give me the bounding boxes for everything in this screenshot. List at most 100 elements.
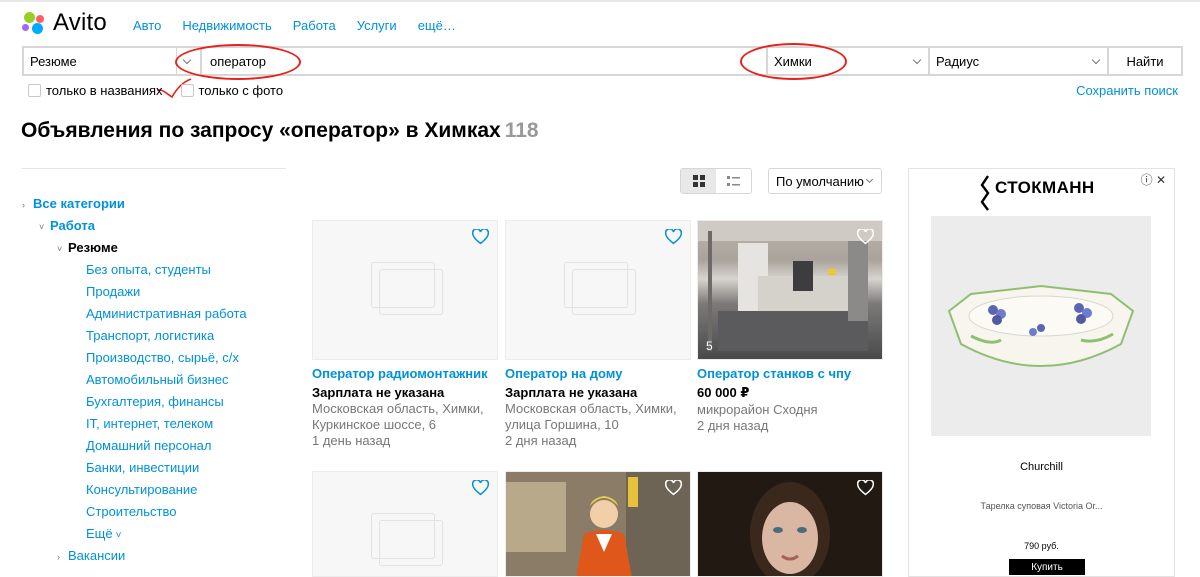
sidebar-subcategory[interactable]: Продажи (86, 284, 140, 299)
sidebar-subcategory[interactable]: IT, интернет, телеком (86, 416, 213, 431)
list-view-button[interactable] (716, 169, 751, 193)
ad-info-close-icons: ⓘ ✕ (1140, 173, 1166, 187)
search-submit-button[interactable]: Найти (1107, 46, 1183, 76)
only-photo-checkbox[interactable]: только с фото (180, 83, 283, 98)
advertisement-banner[interactable]: ⓘ ✕ СТОКМАНН Churchill Тарелка суповая V… (908, 168, 1175, 577)
save-search-link[interactable]: Сохранить поиск (1076, 83, 1178, 98)
sidebar-item-work[interactable]: ˅ Работа (39, 218, 95, 233)
sidebar-subcategory[interactable]: Консультирование (86, 482, 197, 497)
chevron-down-icon (1091, 55, 1101, 65)
sidebar-subcategory[interactable]: Бухгалтерия, финансы (86, 394, 224, 409)
top-border (0, 0, 1200, 2)
list-icon (727, 175, 740, 186)
listing-price: Зарплата не указана (505, 385, 638, 400)
listing-title[interactable]: Оператор станков с чпу (697, 366, 883, 381)
only-titles-label: только в названиях (46, 83, 163, 98)
listing-card[interactable] (312, 471, 498, 577)
favorite-heart-icon[interactable] (857, 229, 874, 245)
listing-date: 2 дня назад (505, 433, 577, 448)
listing-card[interactable]: 5 Оператор станков с чпу 60 000 ₽ микрор… (697, 220, 883, 434)
listing-card[interactable]: Оператор радиомонтажник Зарплата не указ… (312, 220, 498, 449)
page-title: Объявления по запросу «оператор» в Химка… (21, 119, 539, 143)
listing-image-placeholder[interactable] (312, 471, 498, 577)
listing-photo[interactable] (697, 471, 883, 577)
top-nav: Авто Недвижимость Работа Услуги ещё… (133, 18, 477, 33)
sidebar-subcategory[interactable]: Административная работа (86, 306, 247, 321)
listing-title[interactable]: Оператор на дому (505, 366, 691, 381)
ad-controls[interactable]: ⓘ ✕ (1141, 171, 1166, 188)
sidebar-item-vacancies[interactable]: › Вакансии (57, 548, 125, 563)
factory-photo-illustration (698, 221, 882, 351)
listing-photo[interactable]: 5 (697, 220, 883, 360)
listing-price: Зарплата не указана (312, 385, 445, 400)
nav-real-estate[interactable]: Недвижимость (182, 18, 271, 33)
stockmann-logo-icon (980, 175, 990, 211)
listing-card[interactable] (505, 471, 691, 577)
listing-card[interactable] (697, 471, 883, 577)
chevron-down-icon: ˅ (115, 530, 122, 541)
checkbox-box (180, 84, 194, 97)
nav-services[interactable]: Услуги (357, 18, 397, 33)
sort-value: По умолчанию (776, 173, 864, 189)
nav-work[interactable]: Работа (293, 18, 336, 33)
listing-date: 2 дня назад (697, 418, 769, 433)
sort-select[interactable]: По умолчанию (768, 168, 882, 194)
portrait-photo-illustration (698, 472, 882, 576)
chevron-down-icon: ˅ (57, 244, 63, 254)
favorite-heart-icon[interactable] (665, 480, 682, 496)
sidebar-subcategory[interactable]: Производство, сырьё, с/х (86, 350, 239, 365)
favorite-heart-icon[interactable] (665, 229, 682, 245)
nav-auto[interactable]: Авто (133, 18, 161, 33)
listing-photo[interactable] (505, 471, 691, 577)
sidebar-subcategory[interactable]: Строительство (86, 504, 176, 519)
chevron-down-icon (182, 55, 192, 65)
grid-icon (692, 175, 705, 187)
ad-brand: СТОКМАНН (995, 178, 1095, 197)
chevron-down-icon (865, 175, 874, 184)
only-titles-checkbox[interactable]: только в названиях (28, 83, 163, 98)
radius-select[interactable]: Радиус (928, 46, 1107, 76)
avito-logo[interactable]: Avito (22, 9, 107, 36)
listing-card[interactable]: Оператор на дому Зарплата не указана Мос… (505, 220, 691, 449)
favorite-heart-icon[interactable] (857, 480, 874, 496)
chevron-down-icon (912, 55, 922, 65)
search-filters: только в названиях только с фото (28, 83, 301, 98)
results-count: 118 (504, 119, 539, 142)
ad-buy-button[interactable]: Купить (1009, 559, 1085, 575)
ad-product-image[interactable] (931, 216, 1151, 436)
sidebar-subcategory[interactable]: Автомобильный бизнес (86, 372, 229, 387)
category-select[interactable]: Резюме (22, 46, 200, 76)
listing-address: Московская область, Химки, (312, 401, 484, 416)
favorite-heart-icon[interactable] (472, 480, 489, 496)
sidebar-subcategory[interactable]: Банки, инвестиции (86, 460, 199, 475)
listing-address: Московская область, Химки, (505, 401, 677, 416)
sidebar-subcategory[interactable]: Транспорт, логистика (86, 328, 214, 343)
view-toggle (680, 168, 752, 194)
listing-title[interactable]: Оператор радиомонтажник (312, 366, 498, 381)
radius-value: Радиус (936, 53, 980, 69)
listing-image-placeholder[interactable] (312, 220, 498, 360)
search-input[interactable]: оператор (200, 46, 766, 76)
checkbox-box (28, 84, 41, 97)
search-query-value: оператор (210, 53, 266, 69)
sidebar-subcategory[interactable]: Без опыта, студенты (86, 262, 211, 277)
nav-more[interactable]: ещё… (418, 18, 456, 33)
logo-text: Avito (53, 9, 107, 36)
listing-address: Куркинское шоссе, 6 (312, 417, 437, 432)
ad-product-description: Тарелка суповая Victoria Or... (980, 501, 1103, 511)
sidebar-item-all-categories[interactable]: › Все категории (22, 196, 125, 211)
favorite-heart-icon[interactable] (472, 229, 489, 245)
avito-logo-icon (22, 11, 46, 35)
category-value: Резюме (30, 53, 77, 69)
ad-product-name: Churchill (1020, 461, 1063, 473)
city-select[interactable]: Химки (766, 46, 928, 76)
chevron-right-icon: › (22, 200, 25, 210)
grid-view-button[interactable] (681, 169, 716, 193)
sidebar-item-resume[interactable]: ˅ Резюме (57, 240, 118, 255)
ad-product-price: 790 руб. (1024, 541, 1059, 551)
sidebar-subcategory[interactable]: Домашний персонал (86, 438, 211, 453)
listing-price: 60 000 ₽ (697, 385, 750, 400)
listing-address: микрорайон Сходня (697, 402, 818, 417)
sidebar-more-link[interactable]: Ещё ˅ (86, 526, 121, 541)
listing-image-placeholder[interactable] (505, 220, 691, 360)
